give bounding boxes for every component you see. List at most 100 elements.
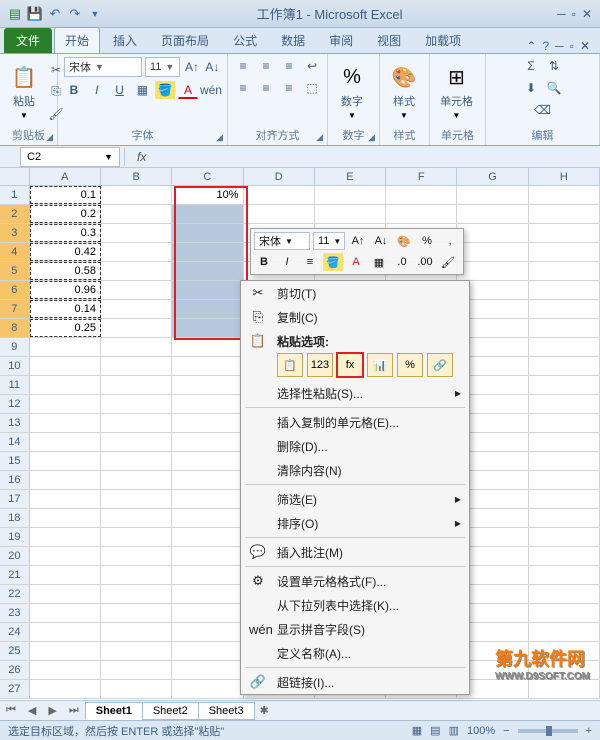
cell[interactable] — [101, 604, 172, 622]
format-painter-icon[interactable]: 🖌 — [438, 253, 458, 271]
row-header[interactable]: 4 — [0, 243, 30, 261]
cell[interactable] — [529, 623, 600, 641]
cell[interactable]: 0.25 — [30, 319, 101, 337]
cell[interactable] — [30, 471, 101, 489]
cell[interactable] — [101, 509, 172, 527]
cell[interactable] — [172, 623, 243, 641]
cell[interactable] — [172, 680, 243, 698]
cell[interactable] — [101, 224, 172, 242]
sheet-tab[interactable]: Sheet2 — [142, 702, 199, 720]
paste-transpose-icon[interactable]: 📊 — [367, 353, 393, 377]
dec-inc-icon[interactable]: .0 — [392, 253, 412, 271]
col-header[interactable]: D — [244, 168, 315, 185]
underline-button[interactable]: U — [110, 81, 130, 99]
cell[interactable] — [101, 338, 172, 356]
cell[interactable] — [529, 509, 600, 527]
menu-insert-copied[interactable]: 插入复制的单元格(E)... — [241, 410, 469, 434]
fill-icon[interactable]: ⬇ — [521, 79, 541, 97]
cell[interactable] — [101, 585, 172, 603]
zoom-level[interactable]: 100% — [467, 725, 495, 737]
cells-button[interactable]: ⊞单元格▼ — [436, 61, 477, 122]
align-icon[interactable]: ≡ — [300, 253, 320, 271]
row-header[interactable]: 16 — [0, 471, 30, 489]
launcher-icon[interactable]: ◢ — [46, 132, 53, 143]
row-header[interactable]: 8 — [0, 319, 30, 337]
cell[interactable] — [529, 300, 600, 318]
cell[interactable] — [529, 224, 600, 242]
sheet-nav-first-icon[interactable]: ⏮ — [0, 704, 22, 717]
percent-icon[interactable]: % — [417, 232, 437, 250]
cell[interactable]: 0.96 — [30, 281, 101, 299]
cell[interactable] — [529, 566, 600, 584]
cell[interactable] — [172, 566, 243, 584]
row-header[interactable]: 3 — [0, 224, 30, 242]
row-header[interactable]: 24 — [0, 623, 30, 641]
paste-button[interactable]: 📋 粘贴 ▼ — [6, 61, 42, 122]
cell[interactable] — [172, 338, 243, 356]
cell[interactable] — [172, 642, 243, 660]
align-bot-icon[interactable]: ≡ — [279, 57, 299, 75]
view-break-icon[interactable]: ▥ — [449, 724, 459, 737]
cell[interactable] — [529, 281, 600, 299]
align-center-icon[interactable]: ≡ — [256, 79, 276, 97]
row-header[interactable]: 13 — [0, 414, 30, 432]
phonetic-icon[interactable]: wén — [201, 81, 221, 99]
sheet-nav-last-icon[interactable]: ⏭ — [63, 704, 85, 717]
cell[interactable] — [101, 205, 172, 223]
grow-font-icon[interactable]: A↑ — [183, 58, 200, 76]
cell[interactable] — [172, 471, 243, 489]
cell[interactable] — [101, 243, 172, 261]
row-header[interactable]: 23 — [0, 604, 30, 622]
cell[interactable] — [529, 205, 600, 223]
qat-dropdown-icon[interactable]: ▼ — [86, 5, 104, 23]
cell[interactable] — [529, 490, 600, 508]
cell[interactable] — [457, 243, 528, 261]
menu-hyperlink[interactable]: 🔗超链接(I)... — [241, 670, 469, 694]
cell[interactable] — [172, 395, 243, 413]
cell[interactable] — [172, 452, 243, 470]
col-header[interactable]: F — [386, 168, 457, 185]
border-icon[interactable]: ▦ — [369, 253, 389, 271]
cell[interactable] — [101, 433, 172, 451]
cell[interactable] — [529, 433, 600, 451]
zoom-in-icon[interactable]: + — [586, 725, 592, 737]
cell[interactable] — [101, 414, 172, 432]
paste-values-icon[interactable]: 123 — [307, 353, 333, 377]
menu-dropdown-pick[interactable]: 从下拉列表中选择(K)... — [241, 593, 469, 617]
shrink-font-icon[interactable]: A↓ — [371, 232, 391, 250]
cell[interactable] — [244, 186, 315, 204]
cell[interactable]: 0.3 — [30, 224, 101, 242]
cell[interactable]: 0.14 — [30, 300, 101, 318]
cell[interactable]: 10% — [172, 186, 243, 204]
launcher-icon[interactable]: ◢ — [316, 132, 323, 143]
cell[interactable] — [101, 642, 172, 660]
cell[interactable] — [101, 623, 172, 641]
view-normal-icon[interactable]: ▦ — [412, 724, 422, 737]
col-header[interactable]: B — [101, 168, 172, 185]
cell[interactable] — [101, 376, 172, 394]
col-header[interactable]: C — [172, 168, 243, 185]
tab-review[interactable]: 审阅 — [318, 27, 364, 53]
minimize-ribbon-icon[interactable]: ⌃ — [526, 39, 536, 53]
tab-view[interactable]: 视图 — [366, 27, 412, 53]
paste-all-icon[interactable]: 📋 — [277, 353, 303, 377]
cell[interactable] — [172, 224, 243, 242]
cell[interactable] — [101, 680, 172, 698]
cell[interactable] — [30, 680, 101, 698]
col-header[interactable]: A — [30, 168, 101, 185]
align-top-icon[interactable]: ≡ — [233, 57, 253, 75]
cell[interactable] — [101, 490, 172, 508]
new-sheet-icon[interactable]: ✱ — [254, 704, 275, 717]
menu-comment[interactable]: 💬插入批注(M) — [241, 540, 469, 564]
zoom-slider[interactable] — [518, 729, 578, 733]
paste-formulas-icon[interactable]: fx — [337, 353, 363, 377]
cell[interactable] — [30, 509, 101, 527]
cell[interactable] — [30, 604, 101, 622]
cell[interactable] — [172, 414, 243, 432]
help-icon[interactable]: ? — [542, 39, 549, 53]
cell[interactable] — [529, 585, 600, 603]
dec-dec-icon[interactable]: .00 — [415, 253, 435, 271]
cell[interactable] — [172, 433, 243, 451]
cell[interactable] — [30, 585, 101, 603]
cell[interactable] — [172, 585, 243, 603]
